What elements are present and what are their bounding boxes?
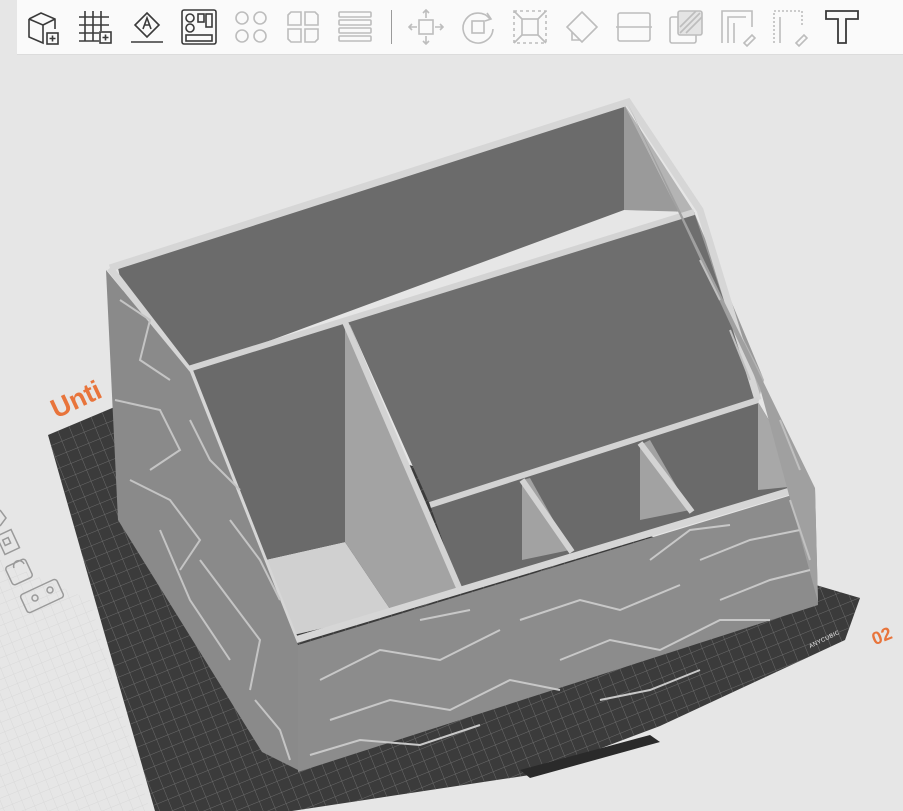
3d-viewport[interactable] (0, 55, 903, 811)
main-toolbar (17, 0, 903, 55)
arrange-icon[interactable] (177, 5, 221, 49)
plate-settings-icon (0, 528, 21, 556)
toolbar-separator (391, 10, 392, 44)
add-grid-icon[interactable] (73, 5, 117, 49)
text-icon[interactable] (820, 5, 864, 49)
support-paint-icon[interactable] (664, 5, 708, 49)
select-plate-icon (0, 509, 7, 527)
seam-paint-icon[interactable] (716, 5, 760, 49)
split-parts-icon[interactable] (281, 5, 325, 49)
add-object-icon[interactable] (21, 5, 65, 49)
lay-on-face-icon[interactable] (560, 5, 604, 49)
scale-icon[interactable] (508, 5, 552, 49)
cut-icon[interactable] (612, 5, 656, 49)
layers-icon[interactable] (333, 5, 377, 49)
move-icon[interactable] (404, 5, 448, 49)
split-objects-icon[interactable] (229, 5, 273, 49)
rotate-icon[interactable] (456, 5, 500, 49)
fuzzy-paint-icon[interactable] (768, 5, 812, 49)
auto-orient-icon[interactable] (125, 5, 169, 49)
scene-canvas[interactable] (0, 55, 903, 811)
